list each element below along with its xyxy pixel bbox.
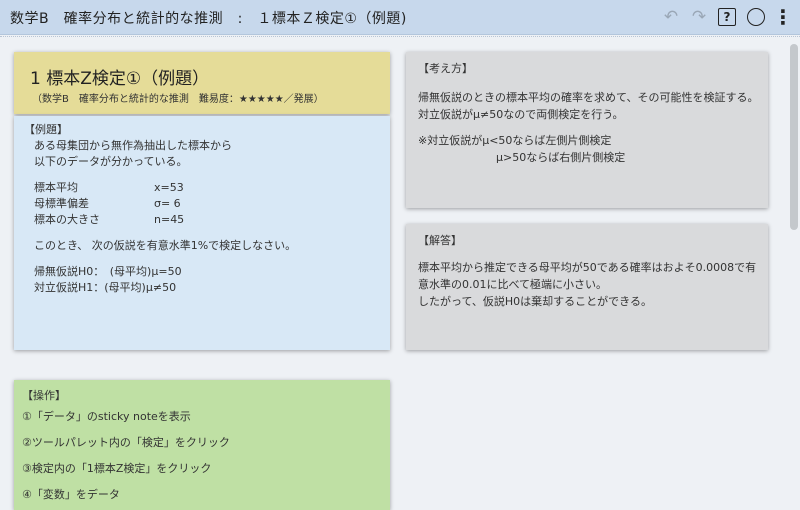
data-value: x=53 — [154, 181, 184, 194]
example-intro-2: 以下のデータが分かっている。 — [34, 155, 188, 168]
approach-note-1: ※対立仮説がμ<50ならば左側片側検定 — [418, 134, 612, 147]
divider — [0, 36, 800, 37]
redo-icon[interactable]: ↷ — [688, 6, 710, 28]
example-intro-1: ある母集団から無作為抽出した標本から — [34, 139, 232, 152]
title-bar: 数学B 確率分布と統計的な推測 : １標本Ｚ検定①（例題) ↶ ↷ ? ⋮ — [0, 0, 800, 35]
record-circle-icon[interactable] — [747, 8, 765, 26]
operation-step: ①「データ」のsticky noteを表示 — [22, 410, 191, 423]
data-value: n=45 — [154, 213, 185, 226]
undo-icon[interactable]: ↶ — [660, 6, 682, 28]
approach-line-1: 帰無仮説のときの標本平均の確率を求めて、その可能性を検証する。 — [418, 91, 759, 104]
answer-line-2: 意水準の0.01に比べて極端に小さい。 — [418, 278, 608, 291]
data-row-mean: 標本平均 x=53 — [24, 180, 382, 196]
alt-hypothesis: 対立仮説H1：(母平均)μ≠50 — [34, 281, 177, 294]
data-label: 母標準偏差 — [34, 197, 89, 210]
operation-step: ②ツールパレット内の「検定」をクリック — [22, 436, 230, 449]
example-label: 【例題】 — [24, 123, 68, 136]
example-question: このとき、 次の仮説を有意水準1%で検定しなさい。 — [34, 239, 297, 252]
data-row-sigma: 母標準偏差 σ= 6 — [24, 196, 382, 212]
approach-sticky-note[interactable]: 【考え方】 帰無仮説のときの標本平均の確率を求めて、その可能性を検証する。 対立… — [406, 52, 768, 208]
vertical-scrollbar[interactable] — [790, 44, 798, 230]
answer-sticky-note[interactable]: 【解答】 標本平均から推定できる母平均が50である確率はおよそ0.0008で有 … — [406, 224, 768, 350]
approach-line-2: 対立仮説がμ≠50なので両側検定を行う。 — [418, 108, 624, 121]
data-value: σ= 6 — [154, 197, 181, 210]
answer-line-3: したがって、仮説H0は棄却することができる。 — [418, 295, 652, 308]
answer-label: 【解答】 — [418, 234, 462, 247]
operation-step: ③検定内の「1標本Z検定」をクリック — [22, 462, 212, 475]
approach-label: 【考え方】 — [418, 62, 473, 75]
operation-label: 【操作】 — [22, 389, 66, 402]
operation-sticky-note[interactable]: 【操作】 ①「データ」のsticky noteを表示 ②ツールパレット内の「検定… — [14, 380, 390, 510]
help-icon[interactable]: ? — [718, 8, 736, 26]
null-hypothesis: 帰無仮説H0： (母平均)μ=50 — [34, 265, 182, 278]
operation-step: ④「変数」をデータ — [22, 488, 120, 501]
lesson-subtitle: （数学B 確率分布と統計的な推測 難易度：★★★★★／発展） — [32, 94, 324, 105]
heading-sticky-note[interactable]: 1 標本Z検定①（例題） （数学B 確率分布と統計的な推測 難易度：★★★★★／… — [14, 52, 390, 114]
lesson-title: 1 標本Z検定①（例題） — [30, 69, 210, 89]
more-menu-icon[interactable]: ⋮ — [772, 5, 794, 29]
data-label: 標本平均 — [34, 181, 78, 194]
answer-line-1: 標本平均から推定できる母平均が50である確率はおよそ0.0008で有 — [418, 261, 757, 274]
page-title: 数学B 確率分布と統計的な推測 : １標本Ｚ検定①（例題) — [10, 11, 407, 27]
data-row-n: 標本の大きさ n=45 — [24, 212, 382, 228]
data-label: 標本の大きさ — [34, 213, 100, 226]
approach-note-2: μ>50ならば右側片側検定 — [496, 151, 626, 164]
example-sticky-note[interactable]: 【例題】 ある母集団から無作為抽出した標本から 以下のデータが分かっている。 標… — [14, 116, 390, 350]
